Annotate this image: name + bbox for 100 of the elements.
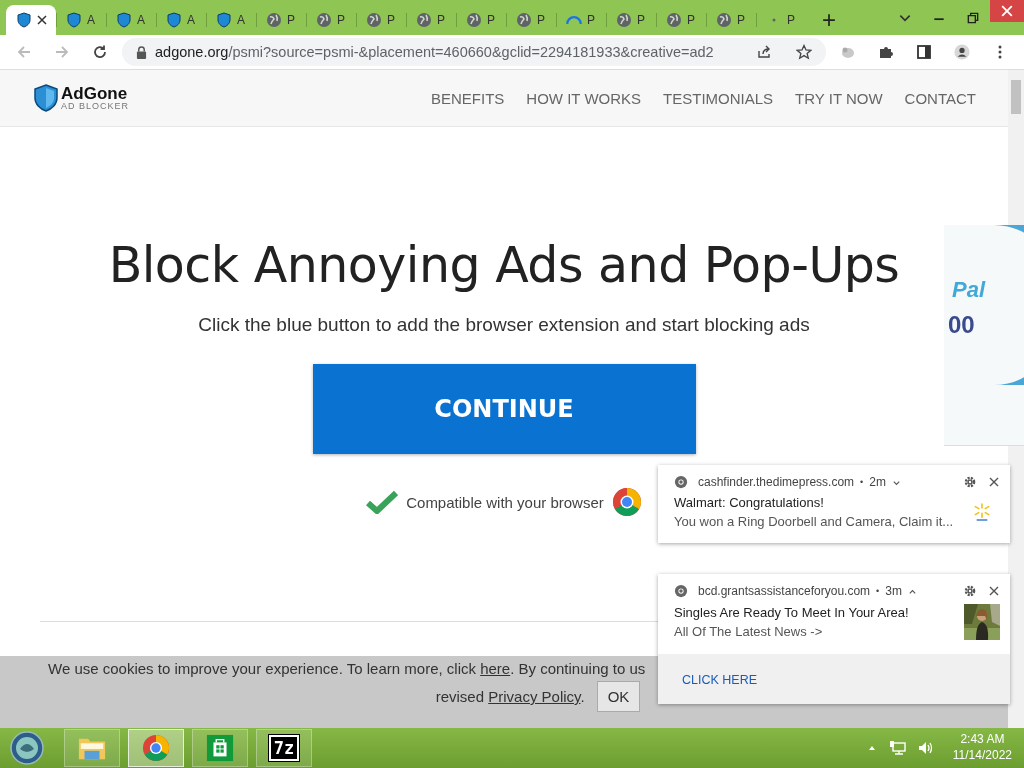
globe-icon bbox=[616, 12, 632, 28]
tab-title: P bbox=[437, 13, 445, 27]
taskbar-app-button[interactable] bbox=[192, 729, 248, 767]
store-bag-icon bbox=[205, 734, 235, 762]
settings-icon[interactable] bbox=[964, 585, 976, 597]
nav-link[interactable]: CONTACT bbox=[904, 89, 976, 107]
ok-button[interactable]: OK bbox=[596, 681, 641, 712]
globe-icon bbox=[516, 12, 532, 28]
close-icon[interactable] bbox=[37, 15, 47, 25]
browser-tab[interactable]: A bbox=[206, 5, 256, 35]
tab-title: P bbox=[687, 13, 695, 27]
restore-icon[interactable] bbox=[966, 10, 980, 25]
privacy-policy-link[interactable]: Privacy Policy bbox=[488, 688, 581, 705]
nav-link[interactable]: TRY IT NOW bbox=[795, 89, 883, 107]
new-tab-button[interactable]: + bbox=[812, 5, 846, 35]
checkmark-icon bbox=[366, 490, 399, 514]
globe-icon bbox=[466, 12, 482, 28]
browser-tab[interactable]: A bbox=[56, 5, 106, 35]
click-here-button[interactable]: CLICK HERE bbox=[682, 673, 758, 687]
browser-tab[interactable]: P bbox=[556, 5, 606, 35]
continue-button[interactable]: CONTINUE bbox=[312, 364, 696, 454]
close-button[interactable] bbox=[990, 0, 1024, 22]
cookie-notice-text: We use cookies to improve your experience. To learn more, click here. By continuing to us bbox=[48, 659, 646, 677]
start-button[interactable] bbox=[10, 731, 44, 765]
tab-title: P bbox=[487, 13, 495, 27]
volume-icon[interactable] bbox=[916, 740, 935, 756]
ad-banner[interactable]: Pal 00 bbox=[944, 225, 1024, 445]
subheadline: Click the blue button to add the browser extension and start blocking ads bbox=[198, 314, 810, 336]
globe-icon bbox=[316, 12, 332, 28]
shield-icon bbox=[166, 12, 182, 28]
shield-icon bbox=[34, 84, 58, 112]
nav-link[interactable]: TESTIMONIALS bbox=[663, 89, 774, 107]
notification-title: Singles Are Ready To Meet In Your Area! bbox=[674, 605, 910, 620]
tab-title: A bbox=[187, 13, 195, 27]
shield-icon bbox=[116, 12, 132, 28]
browser-tab[interactable]: P bbox=[656, 5, 706, 35]
shield-icon bbox=[216, 12, 232, 28]
taskbar-app-button[interactable] bbox=[64, 729, 120, 767]
close-icon bbox=[1001, 5, 1013, 17]
separator-dot: • bbox=[876, 586, 880, 596]
globe-icon bbox=[416, 12, 432, 28]
loading-spinner-icon bbox=[566, 15, 582, 25]
tab-title: A bbox=[237, 13, 245, 27]
tab-title: P bbox=[787, 13, 795, 27]
settings-icon[interactable] bbox=[964, 476, 976, 488]
tab-title: P bbox=[287, 13, 295, 27]
browser-tab[interactable]: P bbox=[706, 5, 756, 35]
separator-dot: • bbox=[860, 477, 864, 487]
browser-tab[interactable] bbox=[6, 5, 56, 35]
url-text: adgone.org/psmi?source=psmi-&placement=460660&gclid=2294181933&creative=ad2 bbox=[155, 44, 714, 60]
globe-icon bbox=[666, 12, 682, 28]
notification-card[interactable]: bcd.grantsassistanceforyou.com • 3m Singles Are Ready To Meet In Your Area! All Of The Latest News -> CLICK HERE bbox=[658, 574, 1010, 704]
tab-title: A bbox=[137, 13, 145, 27]
notification-message: All Of The Latest News -> bbox=[674, 624, 824, 639]
notification-source: bcd.grantsassistanceforyou.com bbox=[698, 584, 871, 598]
tab-title: A bbox=[87, 13, 95, 27]
chrome-logo-icon bbox=[141, 734, 171, 762]
close-icon[interactable] bbox=[988, 585, 1000, 597]
here-link[interactable]: here bbox=[480, 660, 511, 677]
taskbar-app-button[interactable] bbox=[128, 729, 184, 767]
browser-tab[interactable]: A bbox=[106, 5, 156, 35]
shield-icon bbox=[16, 12, 32, 28]
chrome-logo-icon bbox=[611, 487, 642, 517]
globe-icon bbox=[366, 12, 382, 28]
network-icon[interactable] bbox=[888, 740, 907, 756]
notification-source: cashfinder.thedimepress.com bbox=[698, 475, 855, 489]
compatibility-text: Compatible with your browser bbox=[406, 493, 604, 511]
address-bar[interactable]: adgone.org/psmi?source=psmi-&placement=460660&gclid=2294181933&creative=ad2 bbox=[122, 38, 826, 66]
chrome-icon bbox=[674, 475, 688, 489]
nav-link[interactable]: HOW IT WORKS bbox=[526, 89, 642, 107]
tab-title: P bbox=[337, 13, 345, 27]
browser-tab[interactable]: P bbox=[406, 5, 456, 35]
logo-tagline: AD BLOCKER bbox=[61, 102, 130, 111]
chrome-icon bbox=[674, 584, 688, 598]
notification-time: 2m bbox=[869, 475, 886, 489]
browser-tab[interactable]: P bbox=[506, 5, 556, 35]
globe-icon bbox=[266, 12, 282, 28]
browser-tab[interactable]: P bbox=[606, 5, 656, 35]
headline: Block Annoying Ads and Pop-Ups bbox=[108, 237, 900, 294]
ad-text: Pal bbox=[952, 277, 986, 303]
logo-name[interactable]: AdGone bbox=[61, 85, 130, 102]
taskbar-app-button[interactable]: 7z bbox=[256, 729, 312, 767]
notification-time: 3m bbox=[885, 584, 902, 598]
tab-title: P bbox=[537, 13, 545, 27]
browser-tab[interactable]: P bbox=[356, 5, 406, 35]
notification-card[interactable]: cashfinder.thedimepress.com • 2m Walmart: Congratulations! You won a Ring Doorbell and Camera, Claim it... bbox=[658, 465, 1010, 543]
tab-title: P bbox=[737, 13, 745, 27]
tab-title: P bbox=[587, 13, 595, 27]
browser-tab[interactable]: P bbox=[456, 5, 506, 35]
nav-link[interactable]: BENEFITS bbox=[430, 89, 505, 107]
browser-tab[interactable]: P bbox=[256, 5, 306, 35]
globe-icon bbox=[716, 12, 732, 28]
browser-tab[interactable]: P bbox=[306, 5, 356, 35]
browser-tab[interactable]: A bbox=[156, 5, 206, 35]
notification-message: You won a Ring Doorbell and Camera, Claim it... bbox=[674, 514, 955, 529]
notification-title: Walmart: Congratulations! bbox=[674, 495, 825, 510]
browser-tab[interactable]: P bbox=[756, 5, 806, 35]
close-icon[interactable] bbox=[988, 476, 1000, 488]
lock-icon bbox=[136, 45, 147, 59]
shield-icon bbox=[66, 12, 82, 28]
